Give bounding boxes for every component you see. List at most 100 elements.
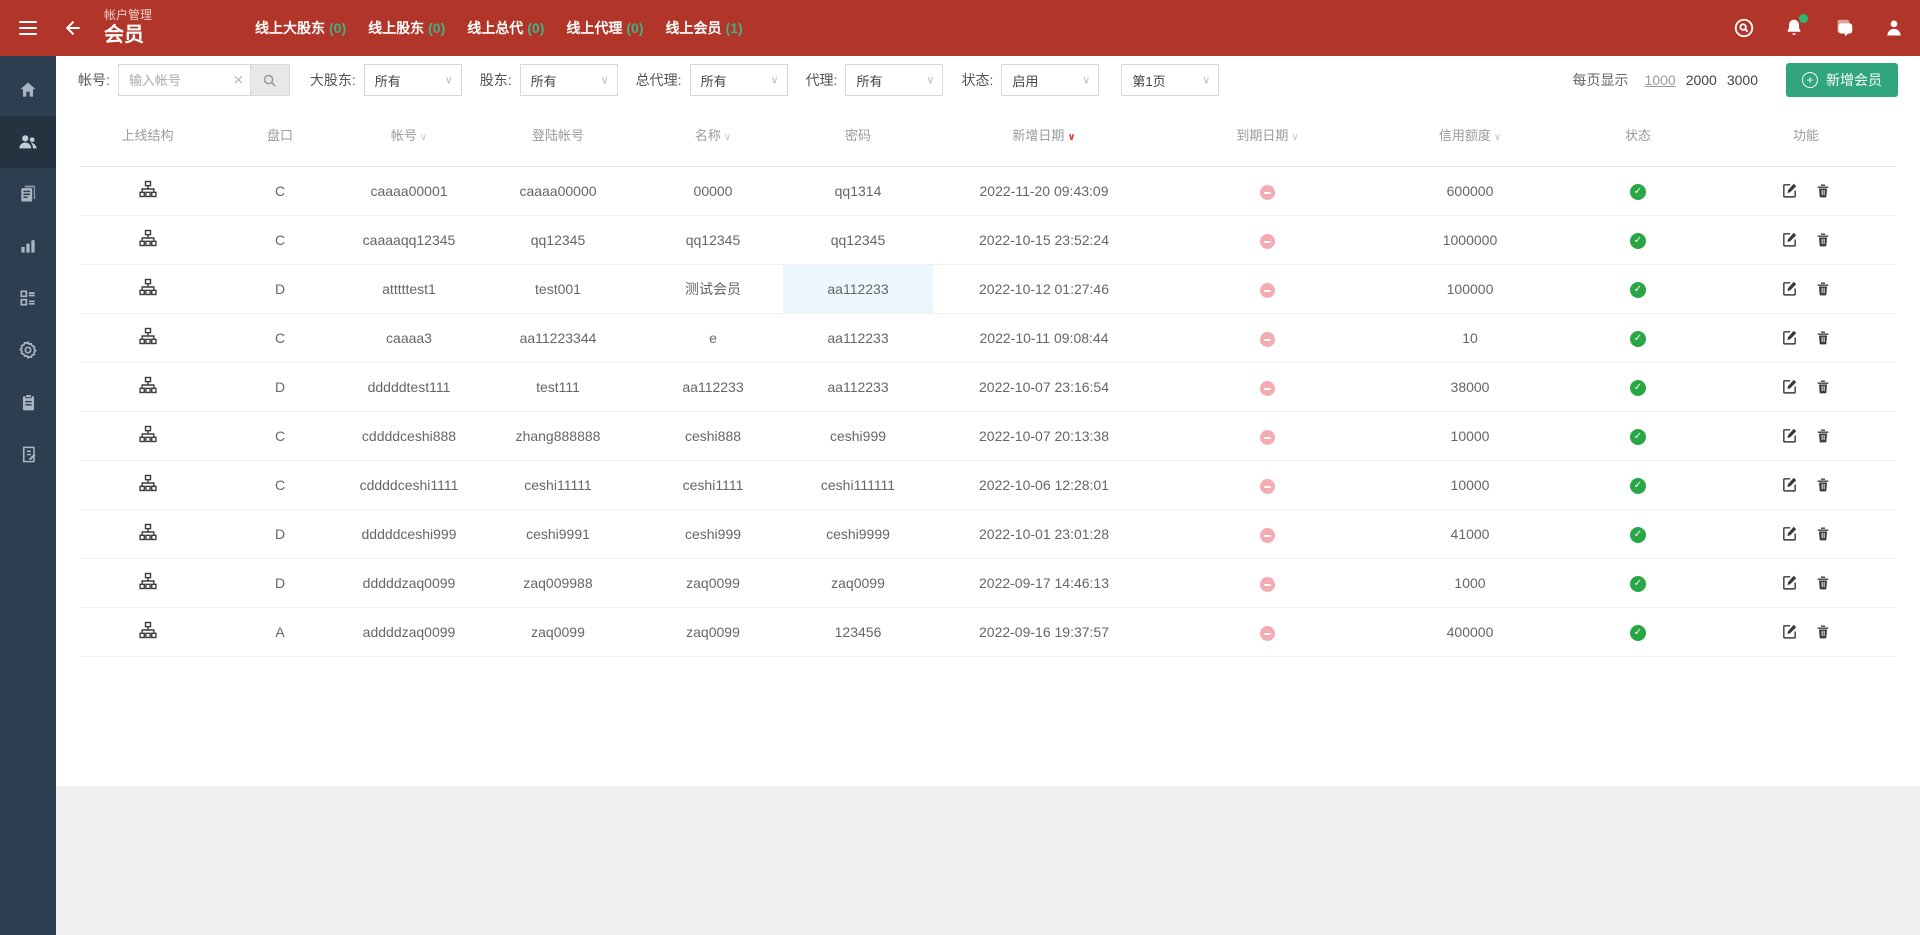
delete-icon[interactable] [1815,476,1831,493]
checklist-icon [18,288,38,308]
edit-icon[interactable] [1781,329,1798,346]
actions-cell [1716,166,1896,215]
sidebar-item-reports[interactable] [0,220,56,272]
search-button[interactable] [250,64,290,96]
delete-icon[interactable] [1815,427,1831,444]
sidebar-item-clipboard[interactable] [0,376,56,428]
org-structure-icon[interactable] [138,375,158,395]
edit-icon[interactable] [1781,574,1798,591]
notification-dot [1799,14,1808,23]
edit-icon[interactable] [1781,525,1798,542]
org-structure-icon[interactable] [138,571,158,591]
messages-icon[interactable] [1832,16,1856,40]
sidebar-item-members[interactable] [0,116,56,168]
org-structure-icon[interactable] [138,228,158,248]
per-page-option-1000[interactable]: 1000 [1645,72,1676,88]
tab-online-3[interactable]: 线上代理(0) [566,18,643,38]
edit-icon[interactable] [1781,427,1798,444]
plus-circle-icon: + [1802,72,1818,88]
column-label: 状态 [1625,128,1651,143]
documents-icon [18,184,38,204]
per-page-option-3000[interactable]: 3000 [1727,72,1758,88]
sort-caret-icon: ∨ [1291,132,1298,143]
chevron-down-icon: ∨ [445,74,453,87]
org-structure-icon[interactable] [138,424,158,444]
actions-cell [1716,460,1896,509]
tab-label: 线上总代 [467,20,523,36]
column-header[interactable]: 信用额度∨ [1380,104,1560,166]
filter-select-4[interactable]: 启用∨ [1001,64,1099,96]
password-cell: aa112233 [783,362,933,411]
page-select[interactable]: 第1页 ∨ [1121,64,1219,96]
edit-icon[interactable] [1781,231,1798,248]
status-enabled-icon: ✓ [1630,625,1646,641]
filter-label: 状态: [961,70,993,90]
tab-online-1[interactable]: 线上股东(0) [368,18,445,38]
tab-online-0[interactable]: 线上大股东(0) [255,18,346,38]
org-structure-icon[interactable] [138,620,158,640]
clear-input-icon[interactable]: ✕ [233,74,244,87]
delete-icon[interactable] [1815,329,1831,346]
search-circle-icon[interactable] [1732,16,1756,40]
tab-online-2[interactable]: 线上总代(0) [467,18,544,38]
expiry-cell [1155,166,1380,215]
filter-select-0[interactable]: 所有∨ [364,64,462,96]
delete-icon[interactable] [1815,525,1831,542]
sidebar-item-home[interactable] [0,64,56,116]
delete-icon[interactable] [1815,231,1831,248]
per-page-option-2000[interactable]: 2000 [1686,72,1717,88]
chevron-down-icon: ∨ [771,74,779,87]
tab-online-4[interactable]: 线上会员(1) [666,18,743,38]
filter-label: 代理: [806,70,838,90]
org-structure-icon[interactable] [138,522,158,542]
status-cell: ✓ [1560,411,1716,460]
delete-icon[interactable] [1815,378,1831,395]
name-cell: zaq0099 [643,558,783,607]
column-header[interactable]: 到期日期∨ [1155,104,1380,166]
filter-select-3[interactable]: 所有∨ [845,64,943,96]
account-search-input[interactable] [119,73,250,88]
delete-icon[interactable] [1815,182,1831,199]
edit-icon[interactable] [1781,623,1798,640]
edit-icon[interactable] [1781,182,1798,199]
column-header[interactable]: 帐号∨ [345,104,473,166]
sidebar-item-logs[interactable] [0,428,56,480]
menu-toggle-icon[interactable] [0,0,56,56]
status-cell: ✓ [1560,460,1716,509]
user-icon[interactable] [1882,16,1906,40]
plate-cell: C [215,411,345,460]
name-cell: ceshi888 [643,411,783,460]
edit-icon[interactable] [1781,476,1798,493]
credit-cell: 600000 [1380,166,1560,215]
filter-select-1[interactable]: 所有∨ [520,64,618,96]
add-member-button[interactable]: + 新增会员 [1786,63,1898,97]
tab-count: (0) [527,20,544,36]
back-arrow-icon[interactable] [56,0,90,56]
org-structure-icon[interactable] [138,277,158,297]
column-label: 功能 [1793,128,1819,143]
plate-cell: C [215,313,345,362]
bell-icon[interactable] [1782,16,1806,40]
delete-icon[interactable] [1815,623,1831,640]
plate-cell: D [215,558,345,607]
delete-icon[interactable] [1815,574,1831,591]
sidebar-item-tasks[interactable] [0,272,56,324]
clipboard-icon [19,393,38,412]
org-structure-icon[interactable] [138,179,158,199]
sidebar-item-settings[interactable] [0,324,56,376]
table-header-row: 上线结构盘口帐号∨登陆帐号名称∨密码新增日期∨到期日期∨信用额度∨状态功能 [80,104,1896,166]
column-header[interactable]: 名称∨ [643,104,783,166]
actions-cell [1716,558,1896,607]
no-expiry-icon [1260,577,1275,592]
chevron-down-icon: ∨ [601,74,609,87]
filter-select-2[interactable]: 所有∨ [690,64,788,96]
column-header[interactable]: 新增日期∨ [933,104,1155,166]
sidebar-item-documents[interactable] [0,168,56,220]
delete-icon[interactable] [1815,280,1831,297]
edit-icon[interactable] [1781,280,1798,297]
account-cell: caaaa00001 [345,166,473,215]
org-structure-icon[interactable] [138,473,158,493]
edit-icon[interactable] [1781,378,1798,395]
org-structure-icon[interactable] [138,326,158,346]
tab-count: (0) [329,20,346,36]
